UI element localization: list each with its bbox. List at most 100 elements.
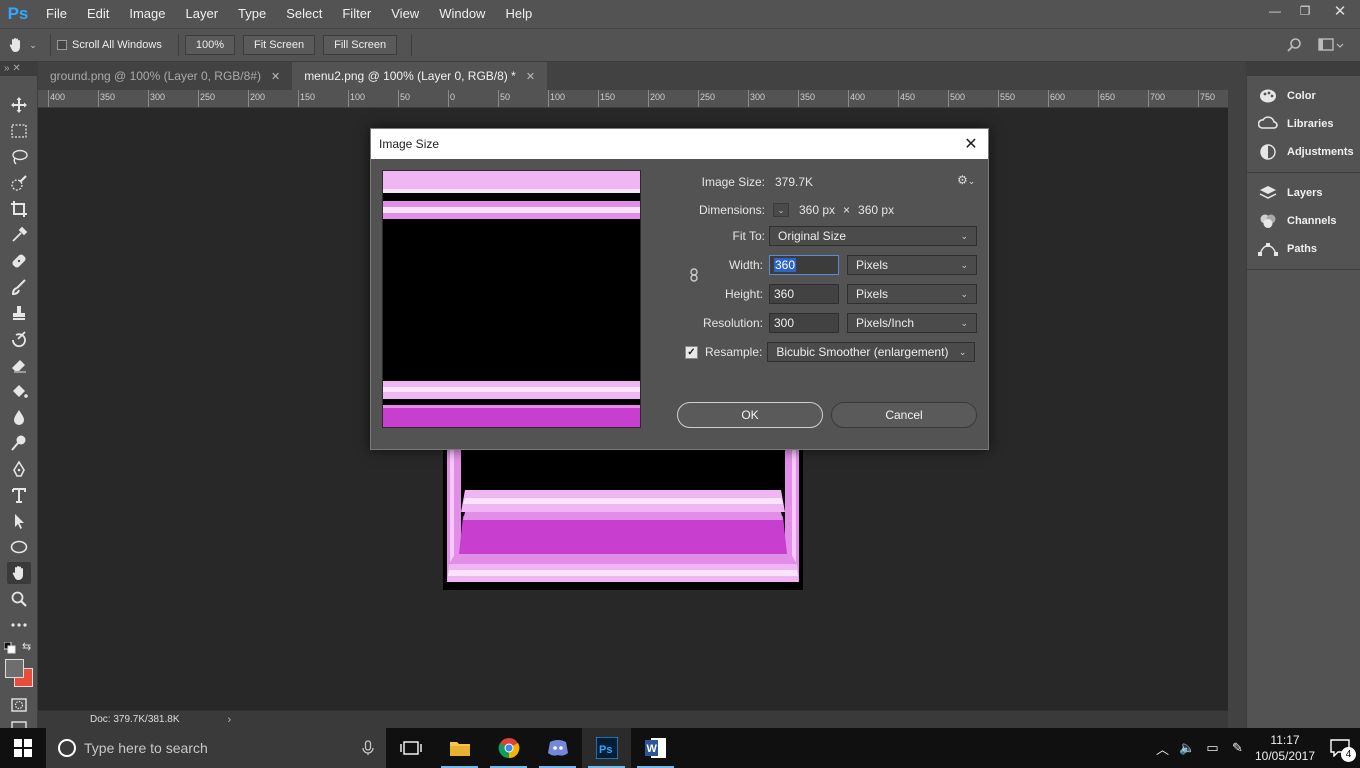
type-tool-icon[interactable] — [7, 484, 31, 506]
zoom-tool-icon[interactable] — [7, 588, 31, 610]
pen-workspace-icon[interactable]: ✎ — [1225, 740, 1250, 756]
close-icon[interactable]: ✕ — [271, 70, 280, 83]
taskbar-discord[interactable] — [533, 728, 582, 768]
vertical-scrollbar[interactable] — [1228, 90, 1246, 728]
history-brush-tool-icon[interactable] — [7, 328, 31, 350]
blur-tool-icon[interactable] — [7, 406, 31, 428]
panel-libraries[interactable]: Libraries — [1247, 110, 1360, 138]
ellipse-tool-icon[interactable] — [7, 536, 31, 558]
cancel-button[interactable]: Cancel — [831, 402, 977, 428]
volume-icon[interactable]: 🔈 — [1175, 740, 1200, 756]
quick-selection-tool-icon[interactable] — [7, 172, 31, 194]
height-input[interactable]: 360 — [769, 284, 839, 304]
ruler-tick-line — [198, 90, 199, 107]
microphone-icon[interactable] — [362, 740, 374, 759]
healing-brush-tool-icon[interactable] — [7, 250, 31, 272]
clock-time: 11:17 — [1270, 733, 1300, 747]
hand-tool-preset[interactable]: ⌄ — [0, 36, 44, 54]
menu-edit[interactable]: Edit — [77, 0, 119, 28]
panel-layers[interactable]: Layers — [1247, 179, 1360, 207]
panel-channels[interactable]: Channels — [1247, 207, 1360, 235]
resolution-input[interactable]: 300 — [769, 313, 839, 333]
ruler-tick-label: 200 — [250, 92, 266, 102]
move-tool-icon[interactable] — [7, 94, 31, 116]
fill-screen-button[interactable]: Fill Screen — [323, 35, 398, 55]
show-hidden-icons-icon[interactable]: ︿ — [1150, 739, 1175, 758]
pen-tool-icon[interactable] — [7, 458, 31, 480]
more-tools-icon[interactable] — [7, 614, 31, 636]
resample-checkbox[interactable]: ✓ — [685, 345, 698, 359]
ruler-tick-line — [748, 90, 749, 107]
menu-help[interactable]: Help — [495, 0, 542, 28]
foreground-color-swatch[interactable] — [5, 659, 24, 678]
panel-paths-label: Paths — [1287, 243, 1317, 255]
clock[interactable]: 11:17 10/05/2017 — [1250, 732, 1320, 764]
taskbar-chrome[interactable] — [484, 728, 533, 768]
doc-size-info[interactable]: Doc: 379.7K/381.8K — [90, 714, 180, 725]
panel-layers-label: Layers — [1287, 187, 1323, 199]
workspace-icon[interactable] — [1318, 37, 1344, 56]
resample-method-select[interactable]: Bicubic Smoother (enlargement) ⌄ — [767, 342, 976, 362]
dimensions-unit-dropdown[interactable]: ⌄ — [773, 203, 789, 217]
resolution-unit-select[interactable]: Pixels/Inch ⌄ — [847, 313, 977, 333]
cortana-circle-icon — [58, 739, 76, 757]
fit-to-select[interactable]: Original Size ⌄ — [769, 226, 977, 246]
taskbar-photoshop[interactable]: Ps — [582, 728, 631, 768]
ruler-tick-line — [398, 90, 399, 107]
hand-tool-icon[interactable] — [7, 562, 31, 584]
brush-tool-icon[interactable] — [7, 276, 31, 298]
paint-bucket-tool-icon[interactable] — [7, 380, 31, 402]
marquee-tool-icon[interactable] — [7, 120, 31, 142]
eraser-tool-icon[interactable] — [7, 354, 31, 376]
menu-type[interactable]: Type — [228, 0, 276, 28]
tab-menu2-png[interactable]: menu2.png @ 100% (Layer 0, RGB/8) * ✕ — [292, 62, 548, 90]
settings-gear-icon[interactable]: ⚙⌄ — [957, 173, 975, 187]
eyedropper-tool-icon[interactable] — [7, 224, 31, 246]
clone-stamp-tool-icon[interactable] — [7, 302, 31, 324]
panel-paths[interactable]: Paths — [1247, 235, 1360, 263]
crop-tool-icon[interactable] — [7, 198, 31, 220]
panel-color[interactable]: Color — [1247, 82, 1360, 110]
swap-colors-icon[interactable]: ⇆ — [22, 640, 31, 653]
lasso-tool-icon[interactable] — [7, 146, 31, 168]
ruler-tick-label: 100 — [550, 92, 566, 102]
restore-button[interactable]: ❐ — [1290, 0, 1320, 22]
close-icon[interactable]: ✕ — [526, 70, 535, 83]
menu-window[interactable]: Window — [429, 0, 495, 28]
ok-button[interactable]: OK — [677, 402, 823, 428]
taskbar-file-explorer[interactable] — [435, 728, 484, 768]
menu-image[interactable]: Image — [119, 0, 175, 28]
dialog-close-icon[interactable]: ✕ — [962, 135, 980, 153]
scroll-all-windows-checkbox[interactable]: Scroll All Windows — [57, 39, 162, 51]
search-icon[interactable] — [1286, 37, 1302, 56]
menu-filter[interactable]: Filter — [332, 0, 381, 28]
height-unit-select[interactable]: Pixels ⌄ — [847, 284, 977, 304]
width-input[interactable]: 360 — [769, 255, 839, 275]
status-menu-arrow[interactable]: › — [228, 714, 232, 726]
task-view-button[interactable] — [386, 728, 435, 768]
menu-view[interactable]: View — [381, 0, 429, 28]
panel-adjustments[interactable]: Adjustments — [1247, 138, 1360, 166]
menu-select[interactable]: Select — [276, 0, 332, 28]
minimize-button[interactable]: — — [1260, 0, 1290, 22]
width-unit-select[interactable]: Pixels ⌄ — [847, 255, 977, 275]
action-center-button[interactable]: 4 — [1320, 728, 1360, 768]
dodge-tool-icon[interactable] — [7, 432, 31, 454]
start-button[interactable] — [0, 728, 46, 768]
taskbar-search-box[interactable]: Type here to search — [46, 728, 386, 768]
ruler-tick-line — [948, 90, 949, 107]
taskbar-word[interactable]: W — [631, 728, 680, 768]
menu-layer[interactable]: Layer — [176, 0, 229, 28]
network-icon[interactable]: ▭ — [1200, 740, 1225, 756]
ruler-tick-label: 350 — [100, 92, 116, 102]
fit-screen-button[interactable]: Fit Screen — [243, 35, 316, 55]
quick-mask-icon[interactable] — [7, 694, 31, 716]
default-colors-icon[interactable] — [3, 641, 16, 657]
image-preview[interactable] — [382, 170, 641, 428]
close-window-button[interactable]: ✕ — [1320, 0, 1360, 22]
clock-date: 10/05/2017 — [1254, 749, 1316, 763]
zoom-100-button[interactable]: 100% — [184, 35, 235, 55]
menu-file[interactable]: File — [36, 0, 77, 28]
tab-ground-png[interactable]: ground.png @ 100% (Layer 0, RGB/8#) ✕ — [38, 62, 293, 90]
path-selection-tool-icon[interactable] — [7, 510, 31, 532]
